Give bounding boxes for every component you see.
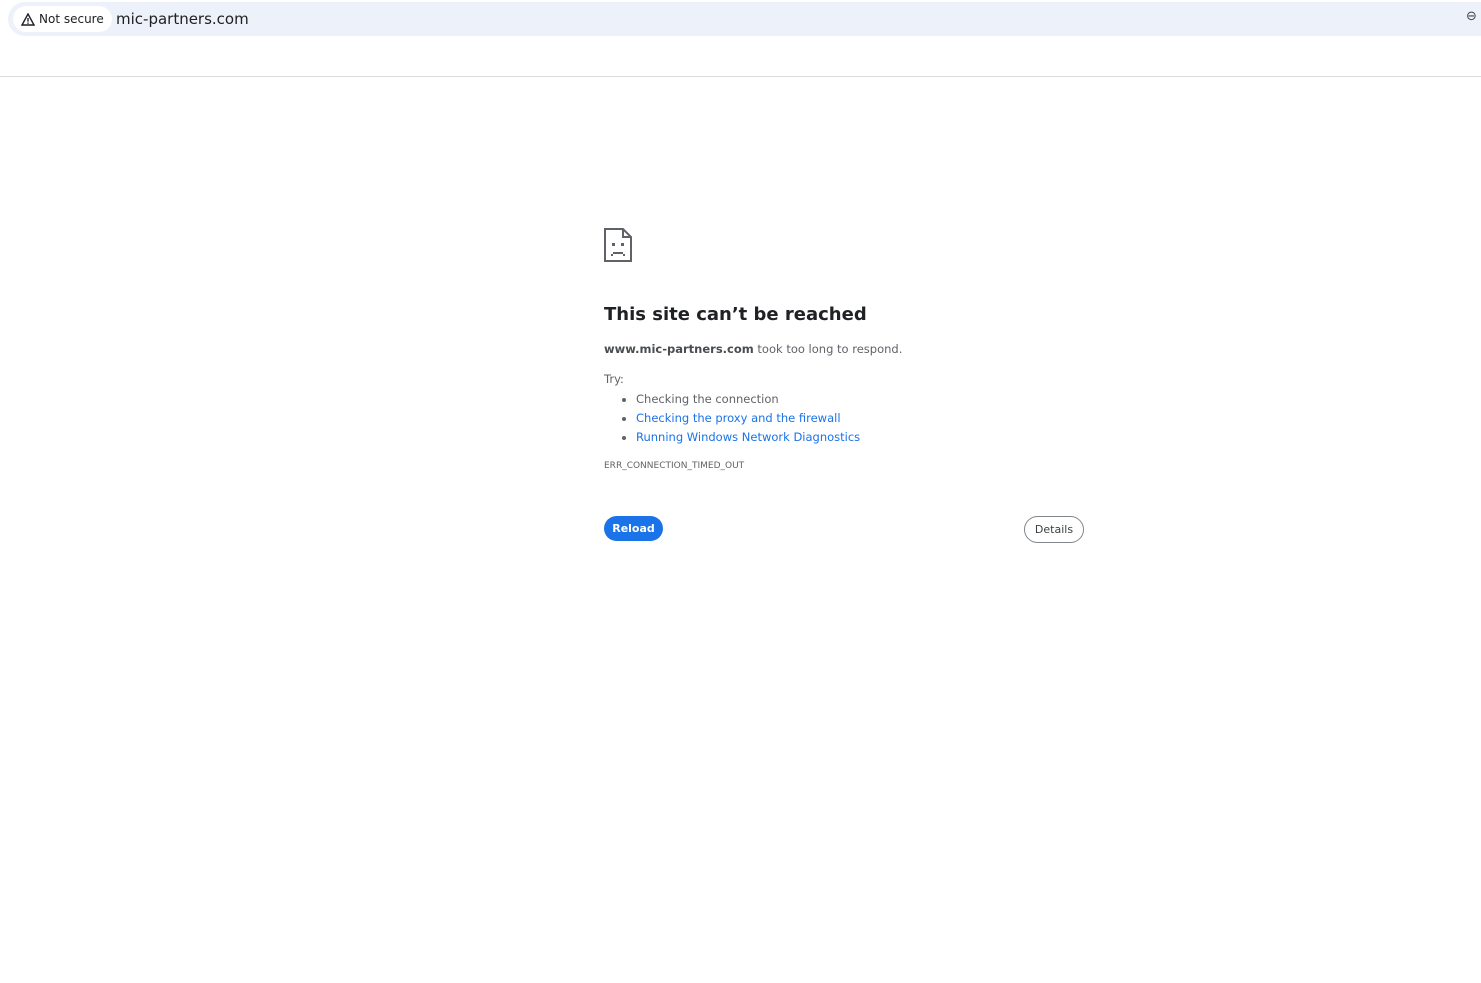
suggestion-item: Checking the connection: [636, 390, 1084, 409]
suggestion-text: Checking the connection: [636, 392, 779, 406]
network-diagnostics-link[interactable]: Running Windows Network Diagnostics: [636, 430, 860, 444]
url-text[interactable]: mic-partners.com: [116, 10, 249, 28]
proxy-firewall-link[interactable]: Checking the proxy and the firewall: [636, 411, 841, 425]
try-label: Try:: [604, 372, 624, 386]
suggestion-item: Checking the proxy and the firewall: [636, 409, 1084, 428]
error-message-text: took too long to respond.: [753, 342, 903, 356]
suggestions-list: Checking the connection Checking the pro…: [636, 390, 1084, 447]
warning-icon: [21, 12, 35, 26]
browser-toolbar: Not secure mic-partners.com ⊖: [0, 0, 1481, 77]
error-host: www.mic-partners.com: [604, 342, 754, 356]
error-code: ERR_CONNECTION_TIMED_OUT: [604, 461, 745, 471]
address-bar[interactable]: Not secure mic-partners.com: [8, 2, 1481, 36]
security-label: Not secure: [39, 12, 104, 26]
error-title: This site can’t be reached: [604, 304, 867, 325]
sad-page-icon: [604, 228, 632, 262]
zoom-icon[interactable]: ⊖: [1466, 9, 1477, 24]
error-content: This site can’t be reached www.mic-partn…: [604, 228, 1084, 471]
security-chip[interactable]: Not secure: [13, 6, 112, 32]
details-button[interactable]: Details: [1024, 516, 1084, 543]
error-message: www.mic-partners.com took too long to re…: [604, 342, 1084, 356]
reload-button[interactable]: Reload: [604, 516, 663, 541]
suggestion-item: Running Windows Network Diagnostics: [636, 428, 1084, 447]
